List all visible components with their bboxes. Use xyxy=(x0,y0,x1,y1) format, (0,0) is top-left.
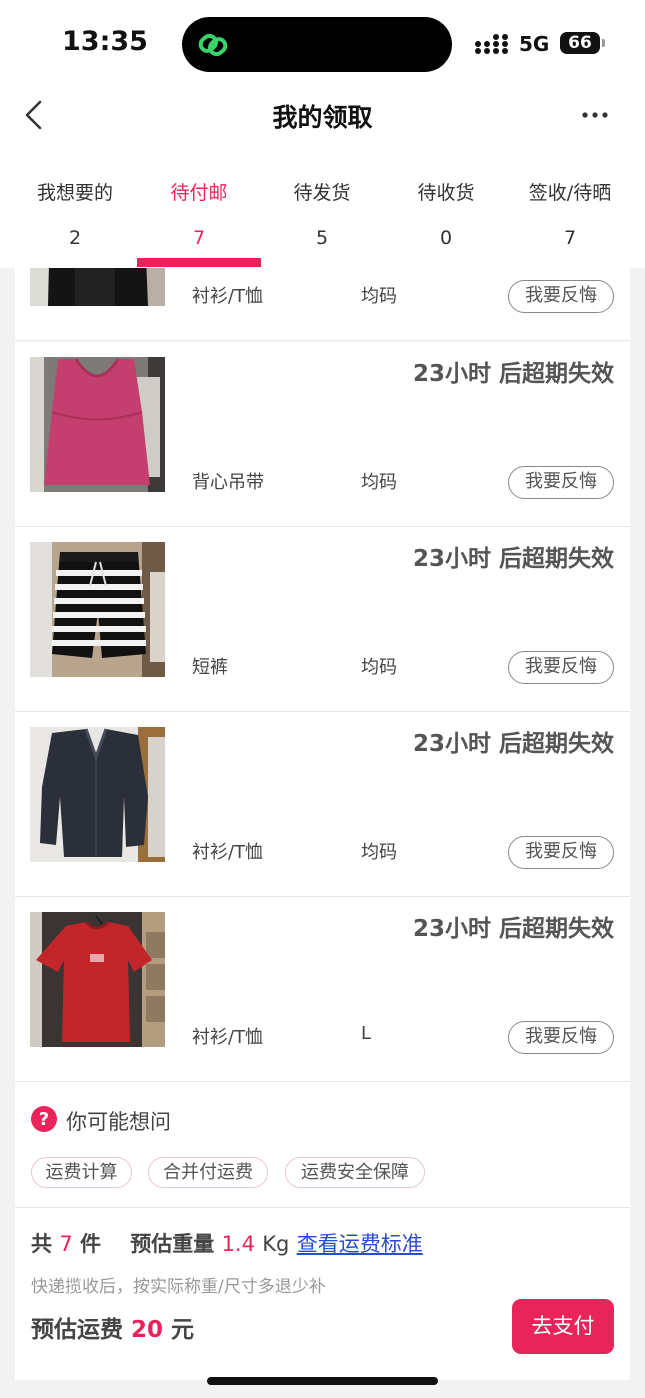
shipping-standard-link[interactable]: 查看运费标准 xyxy=(297,1232,423,1256)
page-title: 我的领取 xyxy=(272,103,373,132)
faq-title: 你可能想问 xyxy=(66,1110,171,1134)
home-indicator xyxy=(207,1377,438,1385)
more-icon[interactable] xyxy=(580,100,610,130)
weight-label: 预估重量 xyxy=(130,1232,215,1256)
regret-button[interactable]: 我要反悔 xyxy=(508,1021,614,1054)
weight-unit: Kg xyxy=(262,1232,290,1256)
summary-prefix: 共 xyxy=(31,1232,52,1256)
tab-count: 7 xyxy=(192,227,206,249)
dynamic-island xyxy=(182,17,452,72)
product-image-navy-shirt[interactable] xyxy=(30,727,165,862)
active-tab-indicator xyxy=(137,258,261,267)
tab-label: 待付邮 xyxy=(170,182,228,204)
tab-count: 2 xyxy=(68,227,82,249)
network-type: 5G xyxy=(519,32,550,56)
item-count-unit: 件 xyxy=(80,1232,101,1256)
fee-unit: 元 xyxy=(171,1317,195,1343)
faq-section: ? 你可能想问 运费计算 合并付运费 运费安全保障 xyxy=(15,1084,630,1208)
item-category: 衬衫/T恤 xyxy=(192,286,264,307)
product-image-striped-shorts[interactable] xyxy=(30,542,165,677)
item-count: 7 xyxy=(59,1232,73,1256)
svg-text:?: ? xyxy=(39,1109,49,1130)
list-item: 23小时 后超期失效 衬衫/T恤 L 我要反悔 xyxy=(15,897,630,1082)
tab-count: 7 xyxy=(563,227,577,249)
item-size: L xyxy=(361,1023,372,1044)
tab-label: 我想要的 xyxy=(36,182,113,204)
pay-button[interactable]: 去支付 xyxy=(512,1299,614,1354)
summary-line: 共 7 件 预估重量 1.4 Kg 查看运费标准 xyxy=(31,1228,423,1258)
faq-chip-shipping-calc[interactable]: 运费计算 xyxy=(31,1157,132,1188)
app-activity-icon xyxy=(198,33,228,57)
item-category: 衬衫/T恤 xyxy=(192,1027,264,1048)
tab-pending-receipt[interactable]: 待收货 0 xyxy=(384,148,508,268)
list-item: 23小时 后超期失效 背心吊带 均码 我要反悔 xyxy=(15,342,630,527)
battery-icon: 66 xyxy=(560,32,600,54)
product-image-red-tshirt[interactable] xyxy=(30,912,165,1047)
item-size: 均码 xyxy=(361,842,397,863)
regret-button[interactable]: 我要反悔 xyxy=(508,466,614,499)
signal-icon xyxy=(475,34,508,54)
fee-amount: 20 xyxy=(131,1317,164,1343)
product-image-pink-tank[interactable] xyxy=(30,357,165,492)
item-size: 均码 xyxy=(361,286,397,307)
faq-chip-shipping-guarantee[interactable]: 运费安全保障 xyxy=(285,1157,425,1188)
tab-count: 5 xyxy=(315,227,329,249)
weight-note: 快递揽收后，按实际称重/尺寸多退少补 xyxy=(31,1277,326,1297)
tab-pending-shipment[interactable]: 待发货 5 xyxy=(260,148,384,268)
status-bar: 13:35 5G 66 xyxy=(0,0,645,88)
weight-value: 1.4 xyxy=(221,1232,255,1256)
list-item: 23小时 后超期失效 衬衫/T恤 均码 我要反悔 xyxy=(15,712,630,897)
payment-summary: 共 7 件 预估重量 1.4 Kg 查看运费标准 快递揽收后，按实际称重/尺寸多… xyxy=(15,1208,630,1380)
regret-button[interactable]: 我要反悔 xyxy=(508,651,614,684)
item-category: 衬衫/T恤 xyxy=(192,842,264,863)
tab-pending-postage[interactable]: 待付邮 7 xyxy=(137,148,261,268)
item-category: 短裤 xyxy=(192,657,228,678)
item-size: 均码 xyxy=(361,657,397,678)
question-icon: ? xyxy=(31,1106,57,1132)
faq-chip-combine-shipping[interactable]: 合并付运费 xyxy=(148,1157,268,1188)
nav-bar: 我的领取 xyxy=(0,88,645,148)
list-item: 23小时 后超期失效 短裤 均码 我要反悔 xyxy=(15,527,630,712)
product-image-black-top[interactable] xyxy=(30,268,165,306)
expiry-countdown: 23小时 后超期失效 xyxy=(412,546,614,572)
status-time: 13:35 xyxy=(62,26,148,57)
item-list: 衬衫/T恤 均码 我要反悔 23小时 后超期失效 背心吊带 均码 我要反悔 23… xyxy=(15,268,630,1380)
item-category: 背心吊带 xyxy=(192,472,264,493)
expiry-countdown: 23小时 后超期失效 xyxy=(412,361,614,387)
estimated-fee: 预估运费 20 元 xyxy=(31,1310,194,1344)
expiry-countdown: 23小时 后超期失效 xyxy=(412,731,614,757)
tab-signed-review[interactable]: 签收/待晒 7 xyxy=(508,148,632,268)
battery-cap xyxy=(602,39,605,47)
tab-bar: 我想要的 2 待付邮 7 待发货 5 待收货 0 签收/待晒 7 xyxy=(0,148,645,268)
item-size: 均码 xyxy=(361,472,397,493)
tab-count: 0 xyxy=(439,227,453,249)
tab-want[interactable]: 我想要的 2 xyxy=(13,148,137,268)
expiry-countdown: 23小时 后超期失效 xyxy=(412,916,614,942)
regret-button[interactable]: 我要反悔 xyxy=(508,836,614,869)
regret-button[interactable]: 我要反悔 xyxy=(508,280,614,313)
list-item: 衬衫/T恤 均码 我要反悔 xyxy=(15,268,630,341)
tab-label: 待收货 xyxy=(417,182,475,204)
fee-label: 预估运费 xyxy=(31,1317,123,1343)
tab-label: 待发货 xyxy=(293,182,351,204)
tab-label: 签收/待晒 xyxy=(528,182,612,204)
